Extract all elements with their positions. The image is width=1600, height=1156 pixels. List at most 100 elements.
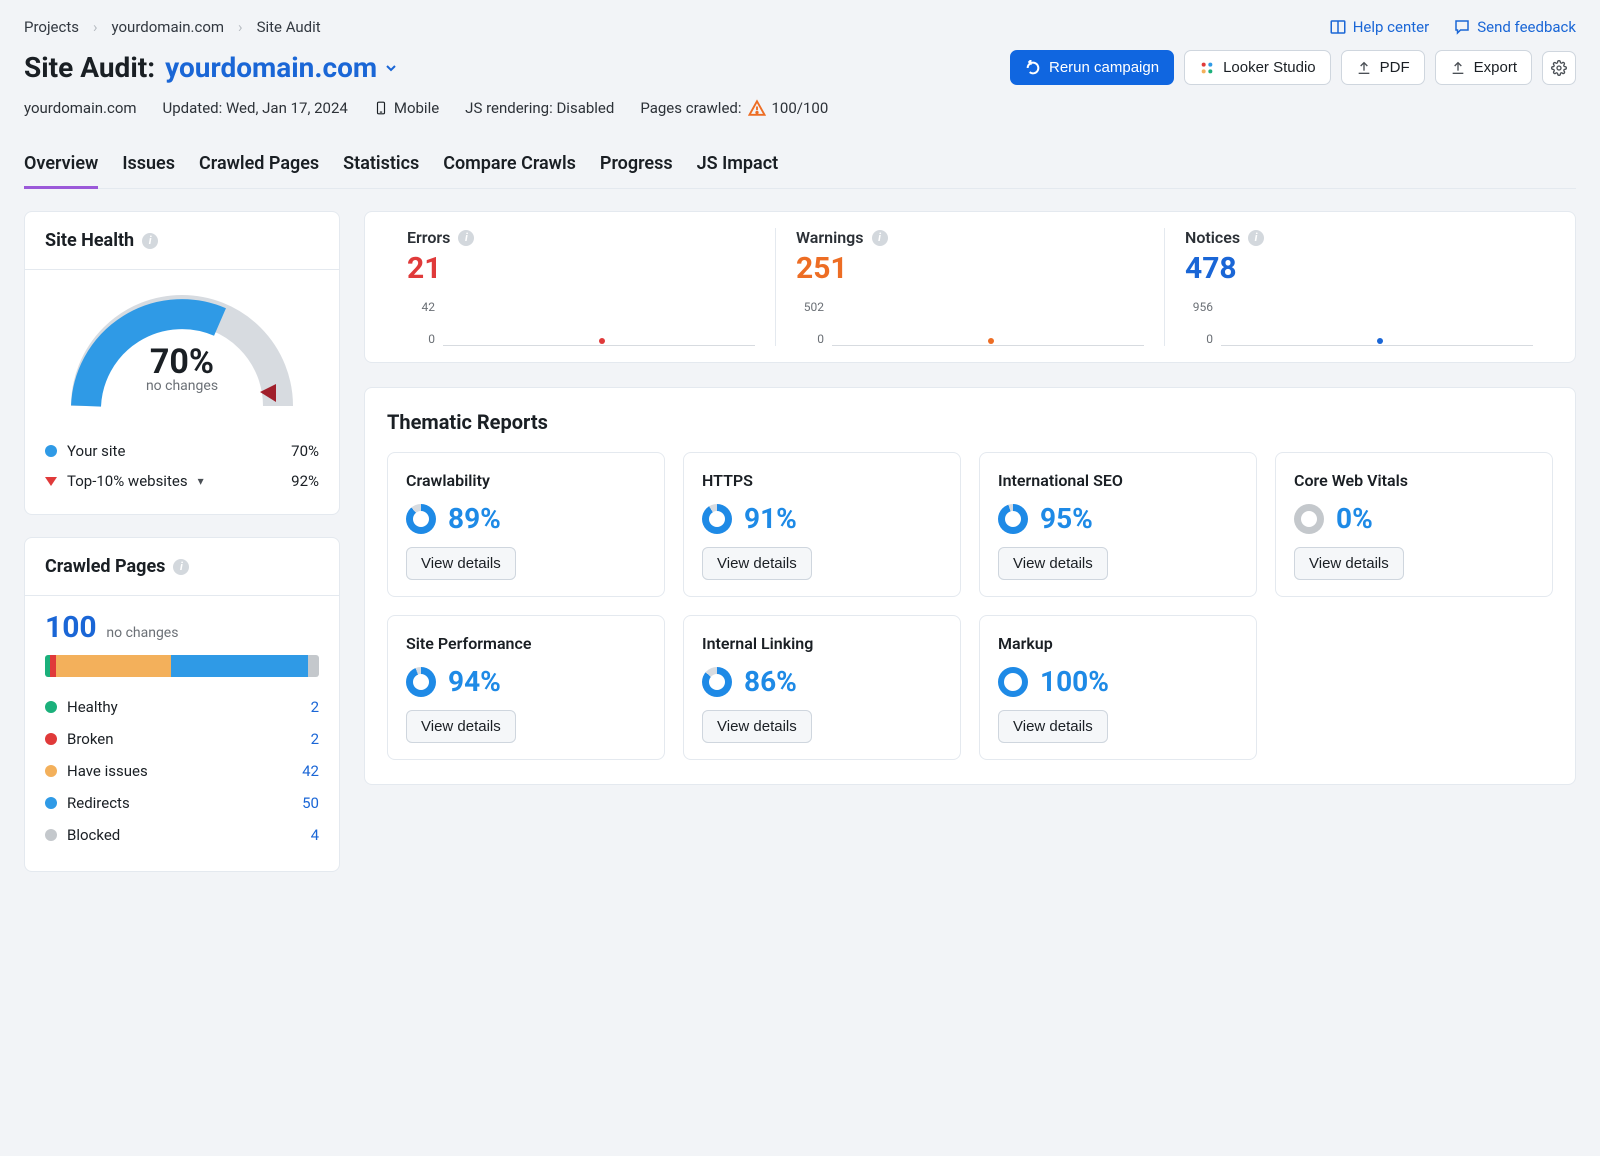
report-international-seo: International SEO 95% View details (979, 452, 1257, 597)
view-details-button[interactable]: View details (406, 547, 516, 580)
view-details-button[interactable]: View details (702, 547, 812, 580)
summary-value: 478 (1185, 251, 1533, 286)
tab-compare-crawls[interactable]: Compare Crawls (443, 145, 576, 188)
crawled-row-healthy[interactable]: Healthy2 (45, 691, 319, 723)
chevron-right-icon: › (238, 18, 243, 36)
summary-notices[interactable]: Noticesi4789560 (1164, 228, 1553, 346)
crumb-projects[interactable]: Projects (24, 18, 79, 36)
info-icon[interactable]: i (1248, 230, 1264, 246)
crawled-sub: no changes (106, 625, 178, 641)
crawled-row-redirects[interactable]: Redirects50 (45, 787, 319, 819)
legend-your-site: Your site (67, 442, 125, 460)
view-details-button[interactable]: View details (998, 710, 1108, 743)
breadcrumb: Projects › yourdomain.com › Site Audit (24, 18, 321, 36)
report-pct: 89% (448, 502, 501, 535)
report-internal-linking: Internal Linking 86% View details (683, 615, 961, 760)
legend-dot (45, 701, 57, 713)
report-title: Site Performance (406, 634, 646, 653)
looker-studio-button[interactable]: Looker Studio (1184, 50, 1331, 85)
warning-icon (748, 99, 766, 117)
report-pct: 95% (1040, 502, 1093, 535)
crawled-value: 2 (285, 698, 319, 716)
chevron-right-icon: › (93, 18, 98, 36)
chat-icon (1453, 18, 1471, 36)
donut-icon (998, 667, 1028, 697)
info-icon[interactable]: i (872, 230, 888, 246)
report-title: Core Web Vitals (1294, 471, 1534, 490)
sparkline (443, 300, 755, 346)
summary-title: Errors (407, 228, 450, 247)
crumb-section: Site Audit (257, 18, 321, 36)
report-pct: 94% (448, 665, 501, 698)
tab-statistics[interactable]: Statistics (343, 145, 419, 188)
crawled-row-broken[interactable]: Broken2 (45, 723, 319, 755)
crawled-label: Redirects (67, 794, 130, 812)
bar-segment-blocked[interactable] (308, 655, 319, 677)
send-feedback-link[interactable]: Send feedback (1453, 18, 1576, 36)
report-title: International SEO (998, 471, 1238, 490)
crawled-label: Have issues (67, 762, 148, 780)
tab-overview[interactable]: Overview (24, 145, 98, 188)
crawled-value: 2 (285, 730, 319, 748)
view-details-button[interactable]: View details (406, 710, 516, 743)
help-center-link[interactable]: Help center (1329, 18, 1429, 36)
export-button[interactable]: Export (1435, 50, 1532, 85)
summary-errors[interactable]: Errorsi21420 (387, 228, 775, 346)
crawled-label: Blocked (67, 826, 120, 844)
rerun-label: Rerun campaign (1049, 59, 1159, 76)
crawled-value: 42 (285, 762, 319, 780)
tab-progress[interactable]: Progress (600, 145, 673, 188)
view-details-button[interactable]: View details (1294, 547, 1404, 580)
top10-dropdown[interactable]: Top-10% websites ▾ (45, 472, 204, 490)
spark-dot (988, 338, 994, 344)
tabs: Overview Issues Crawled Pages Statistics Com… (24, 145, 1576, 189)
donut-icon (702, 667, 732, 697)
info-icon[interactable]: i (142, 233, 158, 249)
legend-top10-pct: 92% (291, 472, 319, 490)
meta-domain: yourdomain.com (24, 99, 137, 117)
spark-max: 956 (1193, 300, 1213, 314)
crumb-domain[interactable]: yourdomain.com (112, 18, 225, 36)
tab-crawled-pages[interactable]: Crawled Pages (199, 145, 319, 188)
bar-segment-have-issues[interactable] (56, 655, 171, 677)
crawled-title: Crawled Pages (45, 556, 165, 577)
legend-dot (45, 829, 57, 841)
meta-crawled: Pages crawled: 100/100 (640, 99, 828, 117)
gauge-sub: no changes (62, 378, 302, 394)
chevron-down-icon (383, 60, 399, 76)
report-pct: 86% (744, 665, 797, 698)
view-details-button[interactable]: View details (702, 710, 812, 743)
rerun-campaign-button[interactable]: Rerun campaign (1010, 50, 1174, 85)
summary-warnings[interactable]: Warningsi2515020 (775, 228, 1164, 346)
crawled-total[interactable]: 100 (45, 610, 97, 645)
info-icon[interactable]: i (173, 559, 189, 575)
report-pct: 91% (744, 502, 797, 535)
sparkline (832, 300, 1144, 346)
report-title: HTTPS (702, 471, 942, 490)
view-details-button[interactable]: View details (998, 547, 1108, 580)
crawled-pages-card: Crawled Pages i 100 no changes Healthy2B… (24, 537, 340, 872)
legend-dot (45, 797, 57, 809)
pdf-button[interactable]: PDF (1341, 50, 1425, 85)
sparkline (1221, 300, 1533, 346)
legend-top10: Top-10% websites (67, 472, 188, 490)
spark-min: 0 (428, 332, 435, 346)
legend-dot-your-site (45, 445, 57, 457)
spark-dot (599, 338, 605, 344)
upload-icon (1356, 60, 1372, 76)
settings-button[interactable] (1542, 51, 1576, 85)
crawled-row-blocked[interactable]: Blocked4 (45, 819, 319, 851)
domain-dropdown[interactable]: yourdomain.com (165, 51, 399, 84)
donut-icon (998, 504, 1028, 534)
info-icon[interactable]: i (458, 230, 474, 246)
tab-js-impact[interactable]: JS Impact (697, 145, 779, 188)
send-feedback-label: Send feedback (1477, 18, 1576, 36)
crawled-row-have-issues[interactable]: Have issues 42 (45, 755, 319, 787)
tab-issues[interactable]: Issues (122, 145, 175, 188)
bar-segment-redirects[interactable] (171, 655, 308, 677)
crawled-bar-chart (45, 655, 319, 677)
legend-dot (45, 765, 57, 777)
meta-crawled-label: Pages crawled: (640, 99, 741, 117)
report-markup: Markup100%View details (979, 615, 1257, 760)
report-title: Internal Linking (702, 634, 942, 653)
